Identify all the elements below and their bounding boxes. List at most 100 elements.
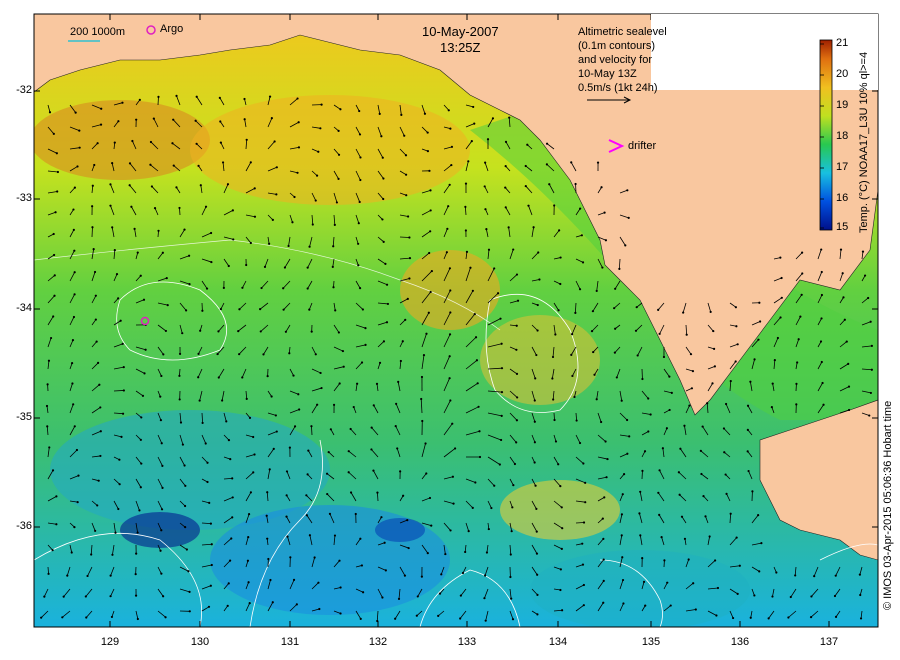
velocity-arrow-head	[561, 609, 564, 612]
velocity-arrow	[311, 426, 313, 436]
velocity-arrow-head	[270, 395, 273, 398]
velocity-arrow-head	[403, 574, 407, 577]
velocity-arrow-head	[601, 266, 604, 269]
velocity-arrow-head	[66, 574, 69, 577]
velocity-arrow-head	[358, 287, 362, 290]
velocity-arrow-head	[449, 311, 452, 314]
velocity-arrow-head	[452, 502, 455, 505]
velocity-arrow-head	[231, 496, 234, 499]
velocity-arrow-head	[510, 530, 513, 533]
velocity-arrow-head	[360, 361, 364, 364]
velocity-arrow-head	[734, 306, 737, 309]
velocity-arrow-head	[449, 529, 452, 532]
velocity-arrow-head	[267, 557, 270, 561]
velocity-arrow-head	[291, 221, 294, 224]
velocity-arrow-head	[268, 468, 271, 471]
velocity-arrow-head	[537, 251, 540, 254]
velocity-arrow-head	[262, 353, 265, 356]
velocity-arrow-head	[359, 537, 362, 540]
velocity-arrow-head	[551, 377, 554, 380]
velocity-arrow-head	[352, 405, 355, 409]
velocity-arrow-head	[359, 617, 362, 620]
velocity-arrow-head	[483, 185, 486, 188]
velocity-arrow-head	[582, 521, 586, 524]
velocity-arrow-head	[708, 535, 711, 538]
velocity-arrow-head	[381, 596, 384, 599]
velocity-arrow-head	[161, 464, 164, 467]
velocity-arrow-head	[420, 375, 424, 379]
velocity-arrow-head	[142, 298, 146, 301]
velocity-arrow-head	[682, 311, 685, 314]
velocity-arrow-head	[621, 493, 624, 496]
velocity-arrow	[575, 522, 585, 524]
velocity-arrow-head	[751, 490, 754, 493]
velocity-arrow-head	[515, 372, 519, 376]
velocity-arrow-head	[639, 490, 642, 493]
velocity-arrow-head	[171, 142, 174, 145]
velocity-arrow-head	[109, 574, 112, 577]
y-tick-label: -35	[16, 411, 32, 423]
velocity-arrow-head	[516, 299, 520, 302]
velocity-arrow-head	[361, 308, 364, 311]
velocity-arrow-head	[310, 425, 313, 428]
velocity-arrow-head	[249, 161, 252, 164]
velocity-arrow-head	[533, 441, 536, 444]
velocity-arrow-head	[689, 353, 693, 356]
velocity-arrow-head	[758, 301, 761, 304]
velocity-arrow-head	[694, 608, 697, 611]
velocity-arrow-head	[504, 165, 507, 168]
velocity-arrow-head	[731, 616, 735, 620]
velocity-arrow-head	[445, 251, 448, 254]
velocity-arrow-head	[243, 118, 246, 121]
map-date: 10-May-2007	[422, 24, 499, 39]
velocity-arrow-head	[821, 381, 824, 385]
velocity-arrow-head	[382, 240, 385, 243]
velocity-arrow-head	[284, 330, 287, 333]
velocity-arrow-head	[429, 209, 432, 212]
velocity-arrow-head	[868, 414, 871, 417]
velocity-arrow-head	[118, 458, 121, 461]
velocity-arrow-head	[426, 150, 430, 153]
velocity-arrow-head	[237, 330, 240, 333]
velocity-arrow-head	[475, 359, 479, 362]
velocity-arrow-head	[91, 205, 94, 208]
velocity-arrow-head	[712, 329, 715, 333]
velocity-arrow-head	[111, 226, 114, 229]
velocity-arrow-head	[157, 229, 160, 232]
velocity-arrow-head	[285, 494, 288, 497]
velocity-arrow-head	[621, 556, 624, 559]
velocity-arrow-head	[668, 375, 671, 378]
velocity-arrow-head	[245, 138, 248, 141]
velocity-arrow-head	[510, 597, 513, 600]
velocity-arrow-head	[845, 340, 848, 343]
velocity-arrow-head	[625, 418, 629, 422]
colorbar-tick-label: 19	[836, 99, 849, 111]
velocity-arrow-head	[99, 430, 102, 433]
colorbar-tick-label: 15	[836, 221, 849, 233]
velocity-arrow-head	[54, 211, 57, 214]
velocity-arrow-head	[437, 614, 440, 617]
velocity-arrow-head	[178, 206, 181, 210]
velocity-arrow-head	[536, 303, 539, 307]
velocity-arrow-head	[308, 534, 311, 537]
velocity-arrow-head	[121, 342, 124, 345]
velocity-arrow-head	[448, 355, 451, 358]
velocity-arrow-head	[74, 111, 77, 114]
velocity-arrow-head	[484, 574, 487, 577]
velocity-arrow-head	[76, 165, 79, 168]
x-tick-label: 137	[819, 636, 839, 648]
velocity-arrow-head	[136, 531, 139, 534]
velocity-arrow-head	[746, 428, 749, 431]
velocity-arrow-head	[356, 382, 359, 385]
info-line-1: Altimetric sealevel	[578, 26, 667, 38]
velocity-arrow-head	[591, 310, 595, 313]
velocity-arrow-head	[787, 616, 790, 619]
velocity-arrow-head	[690, 387, 694, 390]
velocity-arrow-head	[471, 506, 474, 509]
velocity-arrow-head	[483, 597, 486, 600]
velocity-arrow-head	[477, 405, 480, 408]
velocity-arrow-head	[259, 308, 262, 311]
velocity-arrow-head	[779, 256, 782, 259]
velocity-arrow-head	[484, 161, 487, 164]
velocity-arrow-head	[557, 309, 560, 312]
